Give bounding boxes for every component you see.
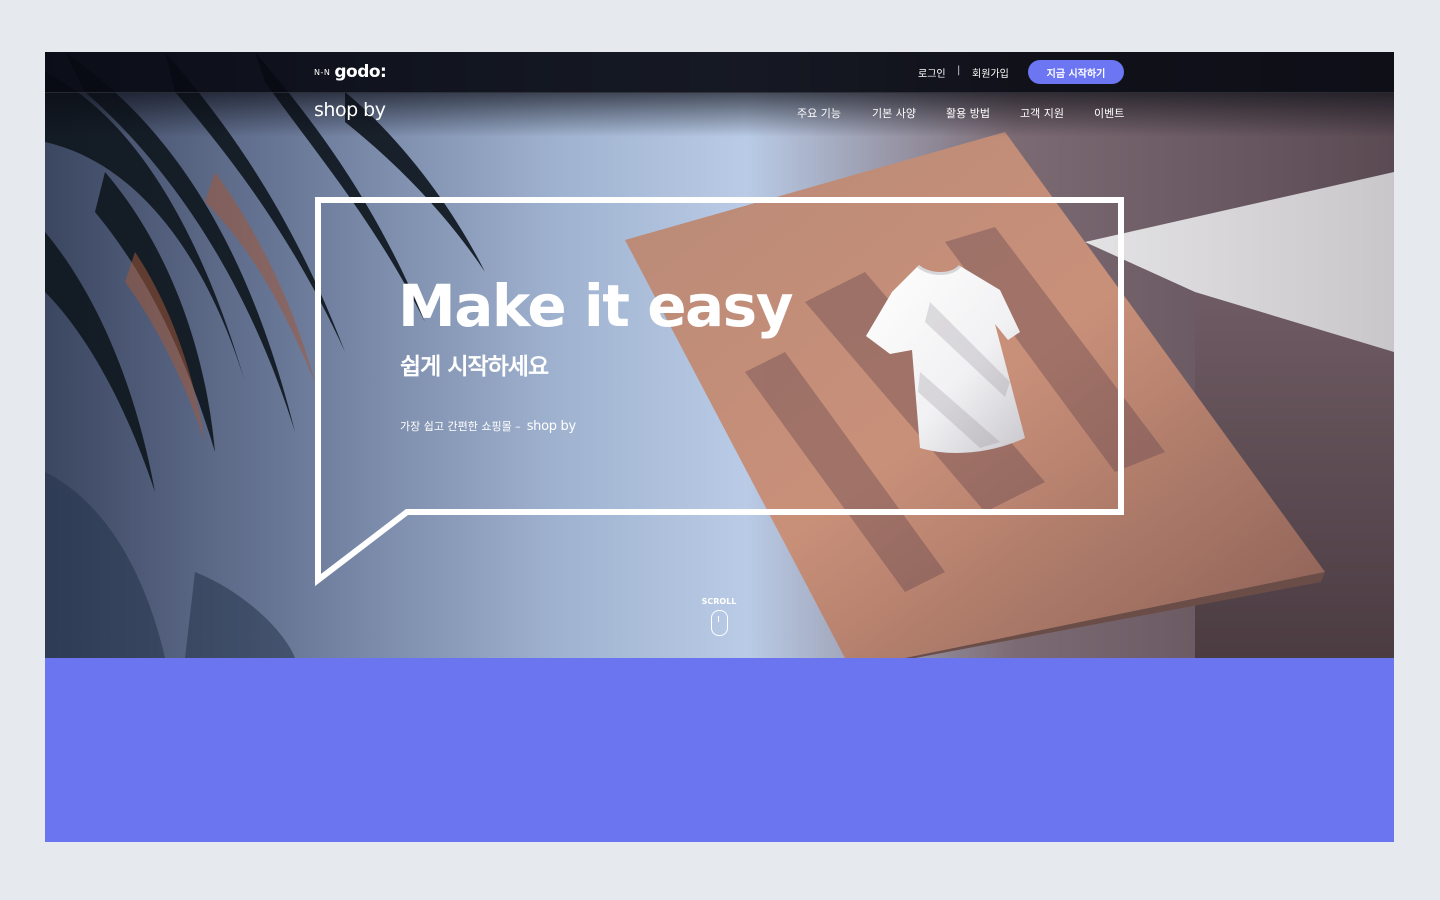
page-frame: N-N godo: 로그인 | 회원가입 지금 시작하기 shop by 주요 …: [45, 52, 1394, 842]
nav-item-events[interactable]: 이벤트: [1094, 105, 1124, 121]
top-utility-bar: N-N godo: 로그인 | 회원가입 지금 시작하기: [45, 52, 1394, 93]
nav-item-specs[interactable]: 기본 사양: [872, 105, 916, 121]
scroll-indicator[interactable]: SCROLL: [700, 597, 738, 636]
main-nav: [45, 93, 1394, 137]
nav-item-support[interactable]: 고객 지원: [1020, 105, 1064, 121]
nhn-godo-logo[interactable]: N-N godo:: [314, 62, 387, 82]
godo-logo-text: godo:: [334, 62, 387, 82]
login-link[interactable]: 로그인: [918, 65, 946, 80]
hero-section: N-N godo: 로그인 | 회원가입 지금 시작하기 shop by 주요 …: [45, 52, 1394, 658]
nav-item-usage[interactable]: 활용 방법: [946, 105, 990, 121]
util-separator: |: [957, 65, 961, 76]
tagline-brand: shop by: [526, 418, 577, 434]
mouse-scroll-icon: [710, 610, 728, 636]
hero-subheadline: 쉽게 시작하세요: [400, 354, 549, 380]
signup-link[interactable]: 회원가입: [972, 65, 1009, 80]
hero-headline: Make it easy: [398, 272, 794, 340]
nav-item-features[interactable]: 주요 기능: [797, 105, 841, 121]
shopby-logo[interactable]: shop by: [314, 99, 386, 121]
tshirt-image: [866, 264, 1025, 454]
hero-tagline: 가장 쉽고 간편한 쇼핑몰 – shop by: [400, 418, 576, 434]
start-now-button[interactable]: 지금 시작하기: [1028, 60, 1124, 84]
nhn-logo-text: N-N: [314, 67, 331, 77]
tagline-text: 가장 쉽고 간편한 쇼핑몰 –: [400, 420, 521, 433]
scroll-label: SCROLL: [701, 597, 737, 606]
speech-bubble-frame: [315, 197, 1124, 587]
